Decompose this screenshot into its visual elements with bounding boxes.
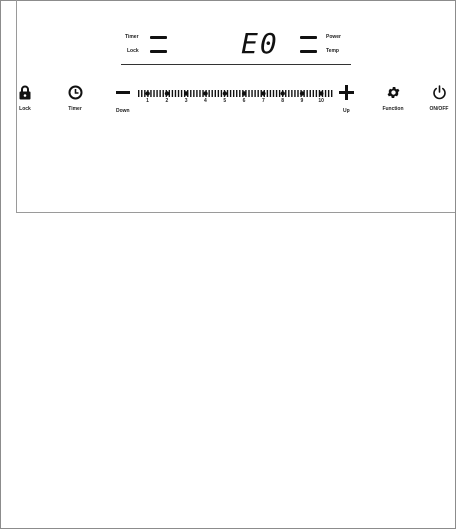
slider-level-marker <box>203 91 208 96</box>
slider-tick <box>288 90 290 97</box>
slider-level-marker <box>184 91 189 96</box>
gear-icon <box>387 87 399 98</box>
power-indicator-light <box>300 36 317 39</box>
function-button[interactable]: Function <box>375 85 411 112</box>
lock-indicator-light <box>150 50 167 53</box>
slider-tick <box>153 90 155 97</box>
slider-tick <box>150 90 152 97</box>
slider-tick <box>269 90 272 97</box>
slider-tick <box>177 90 180 97</box>
slider-tick <box>214 90 216 97</box>
clock-icon <box>68 85 82 100</box>
slider-tick <box>236 90 238 97</box>
slider-tick <box>257 90 259 97</box>
down-button[interactable] <box>116 91 130 94</box>
segment-display: E0 <box>241 30 281 58</box>
slider-tick <box>190 90 192 97</box>
slider-level-marker <box>222 91 228 96</box>
slider-tick <box>278 90 281 97</box>
timer-indicator-light <box>150 36 167 39</box>
slider-level-marker <box>319 91 324 96</box>
slider-tick <box>180 90 183 97</box>
slider-level-marker <box>241 91 247 96</box>
slider-tick <box>162 90 164 97</box>
slider-tick <box>324 90 327 97</box>
slider-tick <box>266 90 269 97</box>
slider-tick <box>193 90 195 97</box>
lock-indicator-label: Lock <box>127 48 139 54</box>
slider-level-2: 2 <box>165 98 169 104</box>
slider-tick <box>144 90 146 97</box>
slider-tick <box>174 90 177 97</box>
power-level-slider[interactable] <box>136 89 333 98</box>
slider-tick-marks <box>138 90 333 97</box>
slider-tick <box>217 90 220 97</box>
slider-tick <box>291 90 293 97</box>
lock-button-label: Lock <box>19 106 31 112</box>
slider-tick <box>156 90 158 97</box>
slider-tick <box>141 90 143 97</box>
slider-tick <box>171 90 174 97</box>
timer-button-label: Timer <box>68 106 82 112</box>
slider-tick <box>239 90 241 97</box>
slider-level-4: 4 <box>204 98 207 104</box>
slider-tick <box>285 90 287 97</box>
slider-level-1: 1 <box>146 98 149 104</box>
slider-tick <box>138 90 140 97</box>
error-code: E0 <box>241 27 279 60</box>
slider-tick <box>196 90 198 97</box>
slider-level-marker <box>280 91 285 96</box>
slider-level-7: 7 <box>261 98 265 104</box>
up-button-vertical[interactable] <box>345 85 348 100</box>
slider-tick <box>220 90 223 97</box>
slider-level-3: 3 <box>184 98 188 104</box>
slider-level-10: 10 <box>318 98 324 104</box>
lock-button[interactable]: Lock <box>11 85 39 112</box>
slider-tick <box>251 90 253 97</box>
cooktop-control-panel: Timer Lock E0 Power Temp Lock Timer Down… <box>16 0 455 213</box>
slider-level-5: 5 <box>223 98 227 104</box>
onoff-button[interactable]: ON/OFF <box>423 85 455 112</box>
slider-level-marker <box>261 91 266 96</box>
slider-tick <box>229 90 232 97</box>
slider-tick <box>297 90 299 97</box>
power-indicator-label: Power <box>326 34 342 40</box>
temp-indicator-light <box>300 50 317 53</box>
slider-tick <box>211 90 213 97</box>
padlock-icon <box>19 85 31 100</box>
slider-tick <box>159 90 161 97</box>
slider-tick <box>248 90 250 97</box>
slider-level-marker <box>299 91 305 96</box>
slider-tick <box>309 90 311 97</box>
temp-indicator-label: Temp <box>326 48 339 54</box>
slider-tick <box>306 90 308 97</box>
display-divider <box>121 64 351 65</box>
down-button-label: Down <box>116 108 130 114</box>
slider-tick <box>312 90 315 97</box>
slider-tick <box>208 90 210 97</box>
power-icon <box>432 85 446 100</box>
slider-level-marker <box>164 91 170 96</box>
slider-level-8: 8 <box>281 98 285 104</box>
slider-tick <box>315 90 318 97</box>
slider-level-6: 6 <box>242 98 246 104</box>
slider-tick <box>327 90 330 97</box>
slider-level-marker <box>145 91 150 96</box>
timer-button[interactable]: Timer <box>61 85 89 112</box>
slider-tick <box>199 90 201 97</box>
function-button-label: Function <box>382 106 404 112</box>
onoff-button-label: ON/OFF <box>429 106 449 112</box>
slider-level-9: 9 <box>300 98 304 104</box>
slider-tick <box>232 90 235 97</box>
slider-tick <box>275 90 278 97</box>
slider-tick <box>331 90 333 97</box>
slider-tick <box>254 90 256 97</box>
slider-tick <box>272 90 275 97</box>
timer-indicator-label: Timer <box>125 34 139 40</box>
slider-tick <box>294 90 296 97</box>
up-button-label: Up <box>343 108 350 114</box>
